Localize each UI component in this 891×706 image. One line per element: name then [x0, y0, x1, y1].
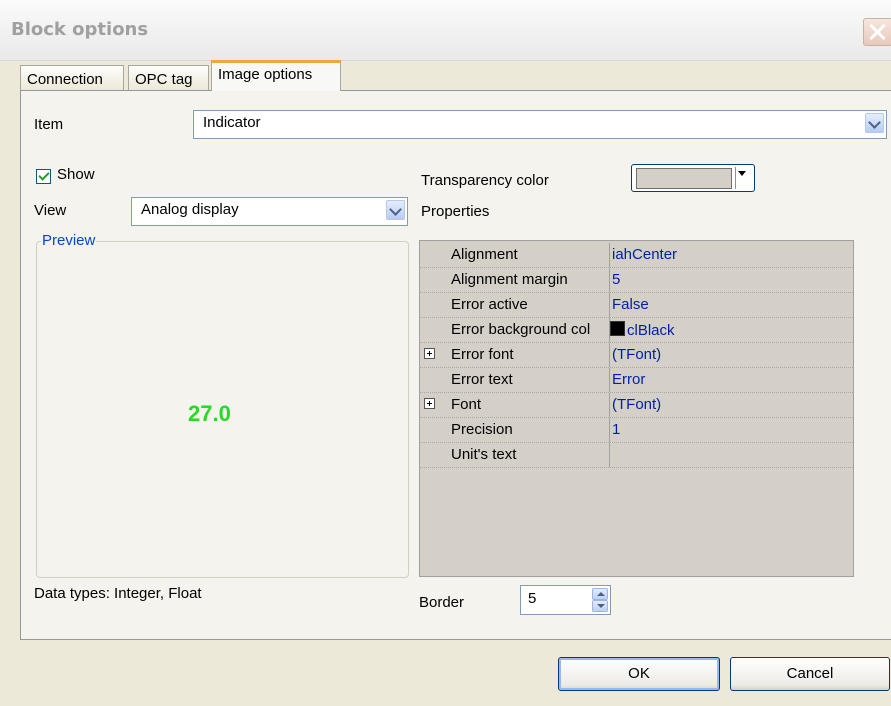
ok-button[interactable]: OK: [558, 657, 720, 691]
border-spinner[interactable]: 5: [520, 585, 611, 615]
column-divider: [609, 368, 610, 392]
property-value[interactable]: (TFont): [612, 396, 661, 413]
property-row[interactable]: Precision 1: [420, 418, 853, 443]
cancel-button[interactable]: Cancel: [730, 657, 890, 691]
property-row[interactable]: Font (TFont): [420, 393, 853, 418]
tab-image-options[interactable]: Image options: [211, 60, 341, 91]
property-value[interactable]: (TFont): [612, 346, 661, 363]
preview-group-label: Preview: [41, 232, 97, 249]
property-row[interactable]: Unit's text: [420, 443, 853, 468]
view-select-value: Analog display: [141, 201, 239, 218]
property-row[interactable]: Alignment iahCenter: [420, 243, 853, 268]
tab-panel-image-options: Item Indicator Show View Analog display …: [20, 90, 891, 640]
property-name: Font: [451, 396, 482, 413]
tab-label: OPC tag: [135, 71, 193, 88]
property-value[interactable]: iahCenter: [612, 246, 677, 263]
border-label: Border: [419, 594, 465, 611]
property-name: Precision: [451, 421, 513, 438]
property-value[interactable]: 1: [612, 421, 620, 438]
spin-up-button[interactable]: [592, 588, 608, 600]
chevron-down-icon[interactable]: [386, 200, 405, 220]
arrow-up-icon: [597, 592, 605, 596]
property-row[interactable]: Error background col clBlack: [420, 318, 853, 343]
property-value[interactable]: Error: [612, 371, 645, 388]
data-types-label: Data types: Integer, Float: [34, 585, 202, 602]
dropdown-arrow-icon[interactable]: [738, 171, 746, 176]
property-name: Error active: [451, 296, 528, 313]
column-divider: [609, 443, 610, 467]
property-row[interactable]: Alignment margin 5: [420, 268, 853, 293]
close-button[interactable]: [863, 18, 891, 46]
expand-plus-icon[interactable]: [424, 348, 435, 359]
property-name: Error text: [451, 371, 513, 388]
column-divider: [609, 393, 610, 417]
tab-opc-tag[interactable]: OPC tag: [128, 65, 209, 90]
column-divider: [609, 268, 610, 292]
property-value-text: clBlack: [627, 322, 675, 339]
color-swatch: [636, 168, 732, 189]
arrow-down-icon: [597, 604, 605, 608]
dialog-window: Block options Connection OPC tag Image o…: [0, 0, 891, 706]
column-divider: [609, 343, 610, 367]
item-select[interactable]: Indicator: [193, 110, 887, 139]
property-name: Unit's text: [451, 446, 517, 463]
tab-label: Connection: [27, 71, 103, 88]
property-row[interactable]: Error active False: [420, 293, 853, 318]
property-value[interactable]: clBlack: [610, 321, 675, 339]
item-label: Item: [34, 116, 64, 133]
property-value[interactable]: False: [612, 296, 649, 313]
border-value: 5: [528, 590, 537, 607]
spin-buttons: [592, 588, 608, 612]
preview-value: 27.0: [188, 401, 231, 426]
view-select[interactable]: Analog display: [131, 197, 408, 226]
column-divider: [609, 418, 610, 442]
tab-label: Image options: [218, 66, 313, 83]
column-divider: [609, 243, 610, 267]
item-select-value: Indicator: [203, 114, 261, 131]
property-row[interactable]: Error text Error: [420, 368, 853, 393]
property-name: Error background col: [451, 321, 591, 338]
property-name: Alignment: [451, 246, 518, 263]
transparency-color-picker[interactable]: [631, 164, 755, 192]
spin-down-button[interactable]: [592, 600, 608, 612]
chevron-down-icon[interactable]: [865, 113, 884, 133]
property-name: Alignment margin: [451, 271, 568, 288]
properties-grid[interactable]: Alignment iahCenter Alignment margin 5 E…: [419, 240, 854, 577]
column-divider: [609, 293, 610, 317]
checkmark-icon: [38, 169, 50, 181]
show-checkbox[interactable]: [36, 169, 51, 184]
color-swatch: [610, 321, 625, 336]
dialog-title: Block options: [11, 19, 149, 40]
property-name: Error font: [451, 346, 514, 363]
show-label: Show: [57, 166, 95, 183]
transparency-color-label: Transparency color: [421, 172, 549, 189]
property-row[interactable]: Error font (TFont): [420, 343, 853, 368]
properties-label: Properties: [421, 203, 490, 220]
divider: [735, 167, 736, 189]
title-bar[interactable]: Block options: [0, 0, 891, 61]
view-label: View: [34, 202, 67, 219]
expand-plus-icon[interactable]: [424, 398, 435, 409]
property-value[interactable]: 5: [612, 271, 620, 288]
tab-connection[interactable]: Connection: [20, 65, 124, 90]
